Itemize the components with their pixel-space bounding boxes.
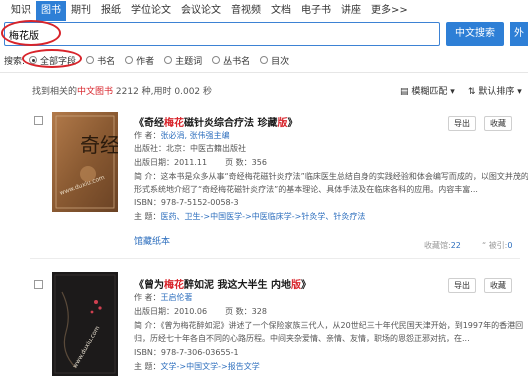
scope-option-author[interactable]: 作者 bbox=[125, 54, 154, 67]
favorite-count-link[interactable]: 22 bbox=[451, 241, 461, 250]
scope-label: 搜索: bbox=[4, 56, 26, 67]
favorite-button[interactable]: 收藏 bbox=[484, 116, 512, 131]
scope-option-label: 书名 bbox=[97, 56, 116, 67]
sort-icon: ⇅ bbox=[468, 87, 479, 97]
scope-option-label: 全部字段 bbox=[40, 56, 77, 67]
result-intro-cont: 形式系统地介绍了“奇经梅花磁针炎疗法”的基本理论、具体手法及在临床各科的应用。内… bbox=[134, 185, 478, 194]
radio-icon bbox=[125, 56, 134, 64]
favorite-button[interactable]: 收藏 bbox=[484, 278, 512, 293]
select-checkbox[interactable] bbox=[34, 116, 43, 125]
cover-title: 奇经 bbox=[80, 133, 118, 157]
book-cover[interactable]: 奇经 www.duxiu.com bbox=[52, 112, 118, 212]
result-publisher: 出版社：北京：中医古籍出版社 bbox=[134, 144, 246, 153]
tab-knowledge[interactable]: 知识 bbox=[6, 1, 36, 21]
export-button[interactable]: 导出 bbox=[448, 278, 476, 293]
match-mode-label: 模糊匹配 bbox=[411, 87, 448, 97]
result-title[interactable]: 《曾为梅花醉如泥 我这大半生 内地版》 bbox=[134, 276, 311, 291]
search-box bbox=[4, 22, 440, 46]
holdings-link[interactable]: 馆藏纸本 bbox=[134, 234, 170, 247]
summary-prefix: 找到相关的 bbox=[32, 87, 78, 97]
radio-icon bbox=[212, 56, 221, 64]
scope-option-label: 丛书名 bbox=[223, 56, 251, 67]
book-cover-image: www.duxiu.com bbox=[52, 272, 118, 376]
radio-checked-icon bbox=[29, 56, 38, 64]
scope-option-subject[interactable]: 主题词 bbox=[164, 54, 202, 67]
scope-option-label: 主题词 bbox=[175, 56, 203, 67]
tab-ebooks[interactable]: 电子书 bbox=[296, 1, 336, 21]
result-author: 作 者：王启伦著 bbox=[134, 293, 193, 302]
summary-count: 2212 种,用时 0.002 秒 bbox=[115, 87, 213, 97]
result-title[interactable]: 《奇经梅花磁针炎综合疗法 珍藏版》 bbox=[134, 114, 297, 129]
tab-lectures[interactable]: 讲座 bbox=[336, 1, 366, 21]
result-intro: 简 介：《曾为梅花醉如泥》讲述了一个保险家族三代人，从20世纪三十年代民国天津开… bbox=[134, 321, 524, 330]
radio-icon bbox=[260, 56, 269, 64]
chevron-down-icon: ▾ bbox=[447, 87, 455, 97]
tab-conference-papers[interactable]: 会议论文 bbox=[176, 1, 226, 21]
results-summary: 找到相关的中文图书 2212 种,用时 0.002 秒 bbox=[32, 84, 212, 97]
tab-theses[interactable]: 学位论文 bbox=[126, 1, 176, 21]
result-category: 主 题：医药、卫生->中国医学->中医临床学->针灸学、针灸疗法 bbox=[134, 212, 366, 221]
result-isbn: ISBN：978-7-5152-0058-3 bbox=[134, 198, 239, 207]
result-author: 作 者：张必涓, 张伟强主编 bbox=[134, 131, 230, 140]
tab-audio-video[interactable]: 音视频 bbox=[226, 1, 266, 21]
scope-option-label: 作者 bbox=[136, 56, 155, 67]
filter-icon: ▤ bbox=[400, 87, 412, 97]
scope-option-title[interactable]: 书名 bbox=[86, 54, 115, 67]
export-button[interactable]: 导出 bbox=[448, 116, 476, 131]
quote-icon: “ bbox=[482, 241, 489, 250]
result-intro: 简 介：这本书是众多从事“奇经梅花磁针炎疗法”临床医生总结自身的实践经验和体会编… bbox=[134, 172, 528, 181]
result-isbn: ISBN：978-7-306-03655-1 bbox=[134, 348, 239, 357]
tab-books[interactable]: 图书 bbox=[36, 1, 66, 21]
category-link[interactable]: 医药、卫生->中国医学->中医临床学->针灸学、针灸疗法 bbox=[161, 212, 366, 221]
book-cover[interactable]: www.duxiu.com bbox=[52, 272, 118, 376]
scope-option-label: 目次 bbox=[271, 56, 290, 67]
tab-documents[interactable]: 文档 bbox=[266, 1, 296, 21]
select-checkbox[interactable] bbox=[34, 280, 43, 289]
radio-icon bbox=[164, 56, 173, 64]
match-mode-select[interactable]: ▤ 模糊匹配 ▾ bbox=[400, 84, 455, 97]
result-intro-cont: 归，历经七十年各自不同的心路历程。中间夹杂爱情、亲情、友情，职场的恩怨正邪对抗，… bbox=[134, 334, 470, 343]
author-link[interactable]: 王启伦著 bbox=[161, 293, 193, 302]
result-date-pages: 出版日期：2011.11 页 数：356 bbox=[134, 158, 267, 167]
favorite-count: 收藏馆:22 bbox=[424, 241, 461, 250]
result-date-pages: 出版日期：2010.06 页 数：328 bbox=[134, 307, 267, 316]
radio-icon bbox=[86, 56, 95, 64]
search-scope: 搜索: 全部字段 书名 作者 主题词 丛书名 目次 bbox=[4, 53, 299, 67]
scope-option-all-fields[interactable]: 全部字段 bbox=[29, 54, 76, 67]
scope-option-toc[interactable]: 目次 bbox=[260, 54, 289, 67]
citation-count: “ 被引:0 bbox=[482, 241, 513, 250]
author-link[interactable]: 张必涓, 张伟强主编 bbox=[161, 131, 230, 140]
category-link[interactable]: 文学->中国文学->报告文学 bbox=[161, 362, 260, 371]
summary-type: 中文图书 bbox=[77, 87, 114, 97]
sort-order-label: 默认排序 bbox=[478, 87, 515, 97]
search-input[interactable] bbox=[5, 23, 439, 45]
book-cover-image: 奇经 www.duxiu.com bbox=[52, 112, 118, 212]
divider bbox=[0, 72, 528, 73]
result-category: 主 题：文学->中国文学->报告文学 bbox=[134, 362, 260, 371]
tab-newspapers[interactable]: 报纸 bbox=[96, 1, 126, 21]
tab-journals[interactable]: 期刊 bbox=[66, 1, 96, 21]
chevron-down-icon: ▾ bbox=[514, 87, 522, 97]
scope-option-series[interactable]: 丛书名 bbox=[212, 54, 250, 67]
chinese-search-button[interactable]: 中文搜索 bbox=[446, 22, 504, 46]
row-divider bbox=[30, 258, 520, 259]
sort-order-select[interactable]: ⇅ 默认排序 ▾ bbox=[468, 84, 522, 97]
citation-count-link[interactable]: 0 bbox=[507, 241, 512, 250]
category-nav: 知识 图书 期刊 报纸 学位论文 会议论文 音视频 文档 电子书 讲座 更多>> bbox=[0, 0, 528, 22]
foreign-search-button[interactable]: 外 bbox=[510, 22, 528, 46]
tab-more[interactable]: 更多>> bbox=[366, 1, 413, 21]
